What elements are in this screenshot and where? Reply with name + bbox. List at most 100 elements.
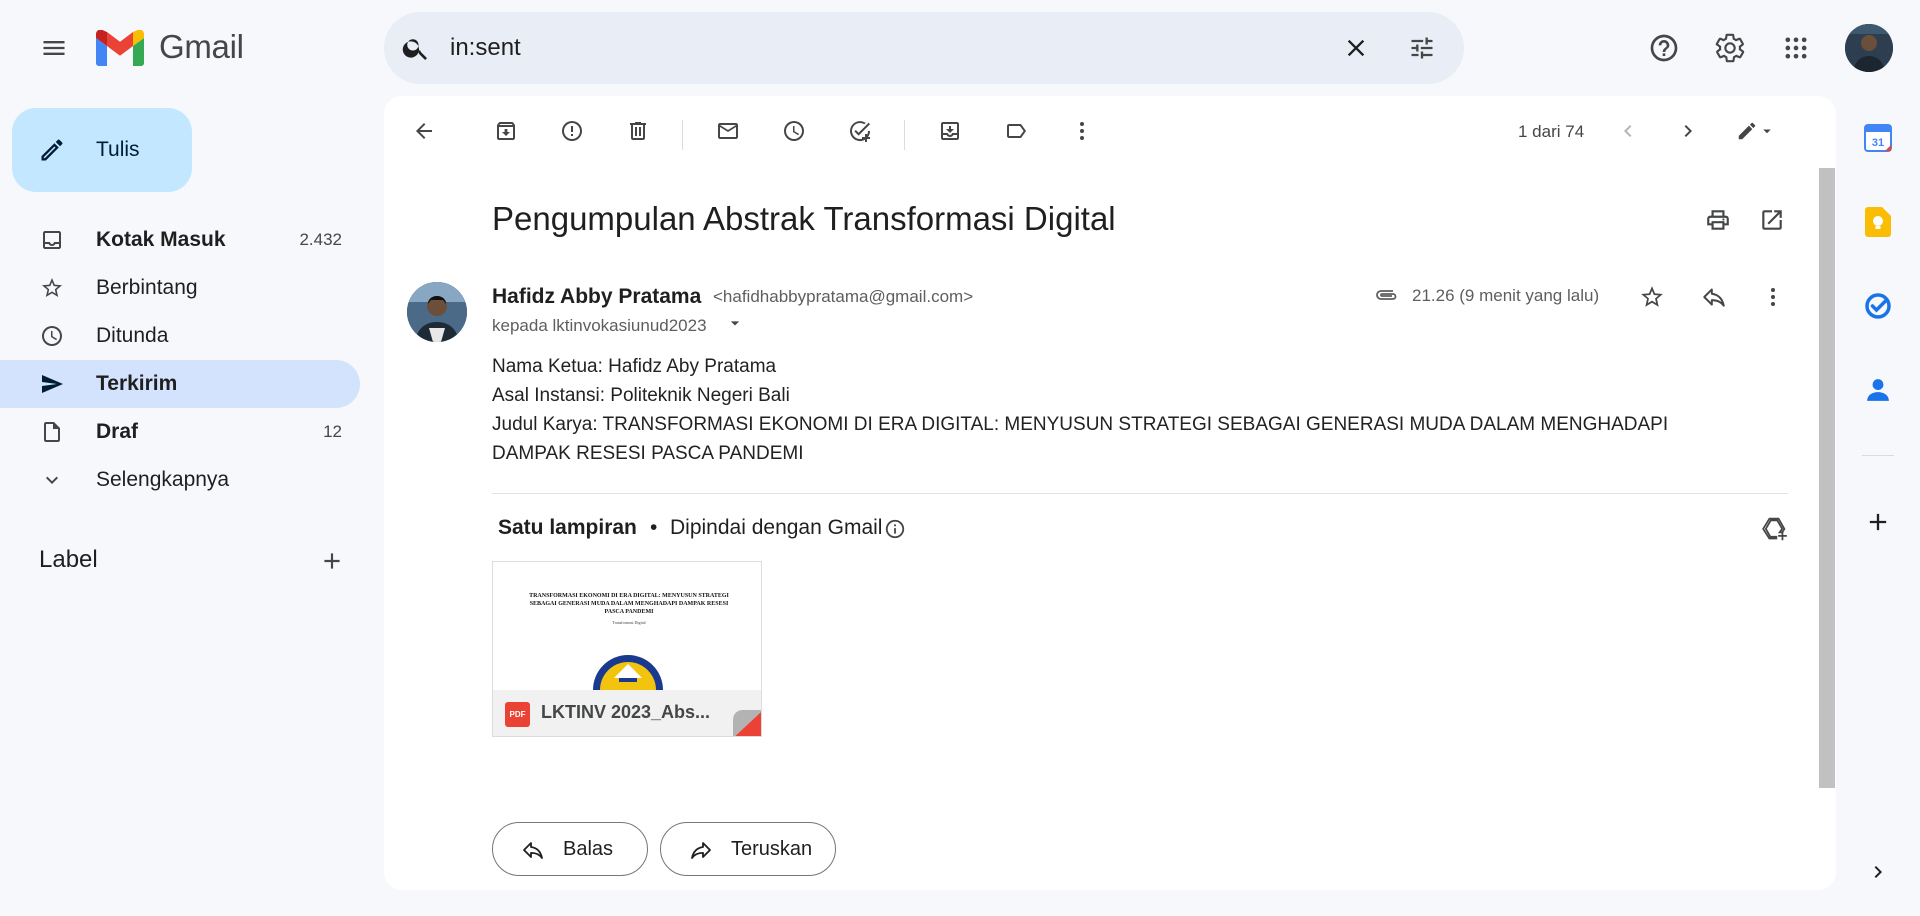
forward-action-button[interactable]: Teruskan	[660, 822, 836, 876]
gmail-logo[interactable]	[96, 30, 144, 66]
reply-icon	[523, 842, 543, 859]
more-vert-icon	[1080, 122, 1084, 140]
message-more-button[interactable]	[1753, 277, 1793, 317]
get-addons-button[interactable]	[1858, 502, 1898, 542]
apps-button[interactable]	[1776, 28, 1816, 68]
add-task-icon	[850, 121, 871, 142]
print-icon	[1707, 210, 1729, 230]
reply-action-button[interactable]: Balas	[492, 822, 648, 876]
delete-button[interactable]	[618, 111, 658, 151]
keep-app-button[interactable]	[1858, 202, 1898, 242]
report-icon	[562, 121, 582, 141]
app-name: Gmail	[159, 28, 244, 65]
main-menu-button[interactable]	[34, 28, 74, 68]
help-icon	[1650, 34, 1678, 62]
calendar-day: 31	[1872, 137, 1884, 149]
open-new-window-button[interactable]	[1752, 200, 1792, 240]
mail-icon	[718, 123, 738, 139]
archive-button[interactable]	[486, 111, 526, 151]
pencil-icon	[41, 139, 63, 161]
arrow-drop-down-icon	[730, 321, 740, 326]
sidebar-item-starred[interactable]: Berbintang	[0, 264, 360, 312]
sender-avatar[interactable]	[407, 282, 467, 342]
drafts-count: 12	[323, 422, 342, 441]
move-to-icon	[941, 122, 959, 140]
body-line: DAMPAK RESESI PASCA PANDEMI	[492, 443, 804, 464]
attachment-thumbnail-title: TRANSFORMASI EKONOMI DI ERA DIGITAL: MEN…	[529, 593, 729, 615]
arrow-drop-down-icon	[1763, 129, 1771, 134]
arrow-back-icon	[416, 123, 432, 139]
plus-icon	[1869, 513, 1887, 531]
add-to-drive-icon	[1762, 517, 1787, 541]
search-bar[interactable]	[384, 12, 1464, 84]
attachment-divider	[492, 493, 1788, 494]
sidebar-item-snoozed[interactable]: Ditunda	[0, 312, 360, 360]
back-button[interactable]	[404, 111, 444, 151]
chevron-left-icon	[1624, 125, 1632, 137]
message-panel: 1 dari 74 Pengumpulan Abstrak Transforma…	[384, 96, 1836, 890]
star-button[interactable]	[1632, 277, 1672, 317]
search-icon	[402, 39, 427, 60]
snooze-button[interactable]	[774, 111, 814, 151]
sidebar-item-sent[interactable]: Terkirim	[0, 360, 360, 408]
save-to-drive-button[interactable]	[1754, 508, 1794, 548]
move-to-button[interactable]	[930, 111, 970, 151]
forward-action-label: Teruskan	[731, 838, 813, 860]
gmail-logo-icon	[96, 30, 144, 66]
older-button[interactable]	[1668, 111, 1708, 151]
menu-icon	[43, 41, 65, 55]
search-options-button[interactable]	[1402, 28, 1442, 68]
mark-unread-button[interactable]	[708, 111, 748, 151]
labels-heading: Label	[39, 546, 98, 573]
contacts-icon	[1867, 379, 1889, 401]
attachments-title: Satu lampiran	[498, 516, 637, 539]
add-to-tasks-button[interactable]	[840, 111, 880, 151]
trash-icon	[630, 122, 646, 140]
report-spam-button[interactable]	[552, 111, 592, 151]
more-vert-icon	[1771, 288, 1775, 306]
reply-button[interactable]	[1694, 277, 1734, 317]
compose-label: Tulis	[96, 138, 140, 161]
account-avatar[interactable]	[1845, 24, 1893, 72]
newer-button[interactable]	[1608, 111, 1648, 151]
attachment-card[interactable]: TRANSFORMASI EKONOMI DI ERA DIGITAL: MEN…	[492, 561, 762, 737]
sidebar-item-drafts[interactable]: Draf 12	[0, 408, 360, 456]
inbox-count: 2.432	[299, 230, 342, 249]
sidebar-item-more[interactable]: Selengkapnya	[0, 456, 360, 504]
tasks-app-button[interactable]	[1858, 286, 1898, 326]
attachment-thumbnail-subtitle: Transformasi Digital	[612, 620, 646, 625]
clock-icon	[42, 326, 62, 346]
info-icon	[885, 519, 905, 539]
sidebar-item-inbox[interactable]: Kotak Masuk 2.432	[0, 216, 360, 264]
chevron-right-icon	[1684, 125, 1692, 137]
scrollbar[interactable]	[1819, 168, 1835, 788]
plus-icon	[324, 553, 340, 569]
input-tools-button[interactable]	[1726, 111, 1786, 151]
scan-info-button[interactable]	[880, 514, 910, 544]
body-line: Nama Ketua: Hafidz Aby Pratama	[492, 356, 777, 377]
settings-button[interactable]	[1710, 28, 1750, 68]
reply-icon	[1703, 288, 1725, 307]
clear-search-button[interactable]	[1336, 28, 1376, 68]
search-input[interactable]	[450, 12, 1250, 84]
apps-icon	[1785, 37, 1807, 59]
show-side-panel-button[interactable]	[1858, 852, 1898, 892]
labels-button[interactable]	[996, 111, 1036, 151]
more-options-button[interactable]	[1062, 111, 1102, 151]
toolbar-divider	[682, 120, 683, 150]
calendar-app-button[interactable]: 31	[1858, 118, 1898, 158]
sender-name[interactable]: Hafidz Abby Pratama	[492, 285, 701, 309]
keep-icon	[1865, 207, 1891, 237]
search-button[interactable]	[396, 28, 436, 68]
print-button[interactable]	[1698, 200, 1738, 240]
sidebar-item-label: Selengkapnya	[96, 468, 230, 491]
show-details-button[interactable]	[720, 308, 750, 338]
sidebar-item-label: Terkirim	[96, 372, 178, 395]
help-button[interactable]	[1644, 28, 1684, 68]
body-line: Judul Karya: TRANSFORMASI EKONOMI DI ERA…	[492, 414, 1669, 435]
compose-button[interactable]: Tulis	[12, 108, 192, 192]
create-label-button[interactable]	[312, 541, 352, 581]
tune-icon	[1411, 37, 1433, 59]
contacts-app-button[interactable]	[1858, 370, 1898, 410]
chevron-down-icon	[46, 476, 58, 484]
